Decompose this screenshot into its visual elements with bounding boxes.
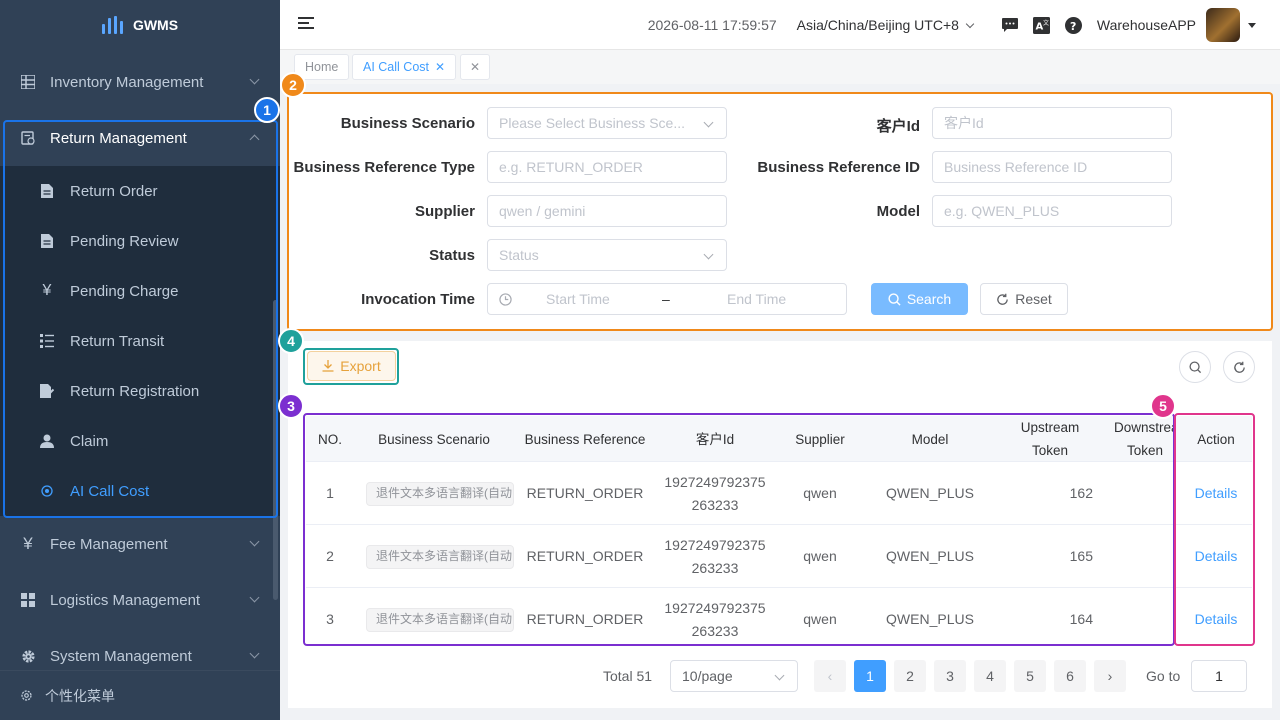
close-icon: ✕: [469, 60, 481, 74]
refresh-button[interactable]: [1223, 351, 1255, 383]
chevron-down-icon: [249, 648, 260, 659]
timezone-select[interactable]: Asia/China/Beijing UTC+8: [796, 17, 975, 33]
page-button[interactable]: 2: [894, 660, 926, 692]
sidebar-item-inventory[interactable]: Inventory Management: [0, 54, 280, 110]
chevron-down-icon: [774, 670, 785, 681]
annotation-badge-1: 1: [254, 97, 280, 123]
logo: GWMS: [0, 0, 280, 50]
topbar: 2026-08-11 17:59:57 Asia/China/Beijing U…: [280, 0, 1280, 50]
timezone-label: Asia/China/Beijing UTC+8: [796, 17, 959, 33]
chevron-down-icon: [249, 592, 260, 603]
app-name: GWMS: [132, 17, 179, 33]
avatar[interactable]: [1206, 8, 1240, 42]
gear-icon: [20, 689, 33, 702]
tags-view: Home AI Call Cost ✕ ✕: [280, 50, 1280, 84]
tab-ai-call-cost[interactable]: AI Call Cost ✕: [352, 54, 457, 80]
custom-menu-button[interactable]: 个性化菜单: [0, 670, 280, 720]
custom-menu-label: 个性化菜单: [45, 687, 115, 704]
goto-page-value: 1: [1215, 668, 1223, 684]
sidebar-item-label: System Management: [50, 647, 192, 665]
gear-icon: [20, 648, 36, 664]
translate-icon[interactable]: A文: [1033, 16, 1051, 34]
annotation-badge-4: 4: [278, 328, 304, 354]
annotation-badge-5: 5: [1150, 393, 1176, 419]
goto-label: Go to: [1146, 668, 1181, 684]
chevron-left-icon: ‹: [827, 668, 833, 684]
page-size-select[interactable]: 10/page: [670, 660, 798, 692]
menu-toggle-icon[interactable]: [298, 17, 314, 31]
page-button[interactable]: 3: [934, 660, 966, 692]
grid-icon: [20, 74, 36, 90]
annotation-badge-2: 2: [280, 72, 306, 98]
prev-page-button[interactable]: ‹: [814, 660, 846, 692]
chevron-down-icon: [965, 19, 975, 28]
help-icon[interactable]: ?: [1065, 16, 1083, 34]
sidebar-item-fee[interactable]: ¥ Fee Management: [0, 516, 280, 572]
logo-icon: [101, 16, 123, 34]
sidebar-item-label: Inventory Management: [50, 73, 204, 91]
topbar-right: 2026-08-11 17:59:57 Asia/China/Beijing U…: [648, 0, 1256, 50]
annotation-box-5: [1174, 413, 1255, 646]
goto-page-input[interactable]: 1: [1191, 660, 1247, 692]
yen-icon: ¥: [23, 534, 33, 553]
apps-icon: [20, 592, 36, 608]
svg-text:?: ?: [1070, 20, 1076, 33]
sidebar-item-label: Logistics Management: [50, 591, 201, 609]
pagination-total: Total 51: [603, 668, 653, 684]
current-app-name[interactable]: WarehouseAPP: [1097, 17, 1196, 33]
chevron-down-icon: [249, 74, 260, 85]
annotation-badge-3: 3: [278, 393, 304, 419]
chevron-right-icon: ›: [1107, 668, 1113, 684]
page-button[interactable]: 1: [854, 660, 886, 692]
chevron-down-icon: [249, 536, 260, 547]
refresh-icon: [1233, 361, 1246, 374]
next-page-button[interactable]: ›: [1094, 660, 1126, 692]
caret-down-icon[interactable]: [1248, 22, 1256, 28]
annotation-box-3: [303, 413, 1175, 646]
sidebar-item-logistics[interactable]: Logistics Management: [0, 572, 280, 628]
page-button[interactable]: 6: [1054, 660, 1086, 692]
page-size-value: 10/page: [682, 668, 733, 684]
tab-label: Home: [305, 60, 339, 74]
message-icon[interactable]: [1001, 16, 1019, 34]
page-button[interactable]: 5: [1014, 660, 1046, 692]
annotation-box-2: [287, 92, 1273, 331]
close-all-tabs-button[interactable]: ✕: [460, 54, 490, 80]
toggle-search-button[interactable]: [1179, 351, 1211, 383]
sidebar-item-label: Fee Management: [50, 535, 168, 553]
tab-label: AI Call Cost: [363, 60, 429, 74]
close-icon[interactable]: ✕: [435, 60, 445, 74]
search-icon: [1188, 360, 1202, 374]
annotation-box-4: [303, 348, 399, 385]
page-button[interactable]: 4: [974, 660, 1006, 692]
svg-text:文: 文: [1043, 19, 1049, 27]
annotation-box-1: [3, 120, 278, 518]
current-datetime: 2026-08-11 17:59:57: [647, 17, 777, 33]
